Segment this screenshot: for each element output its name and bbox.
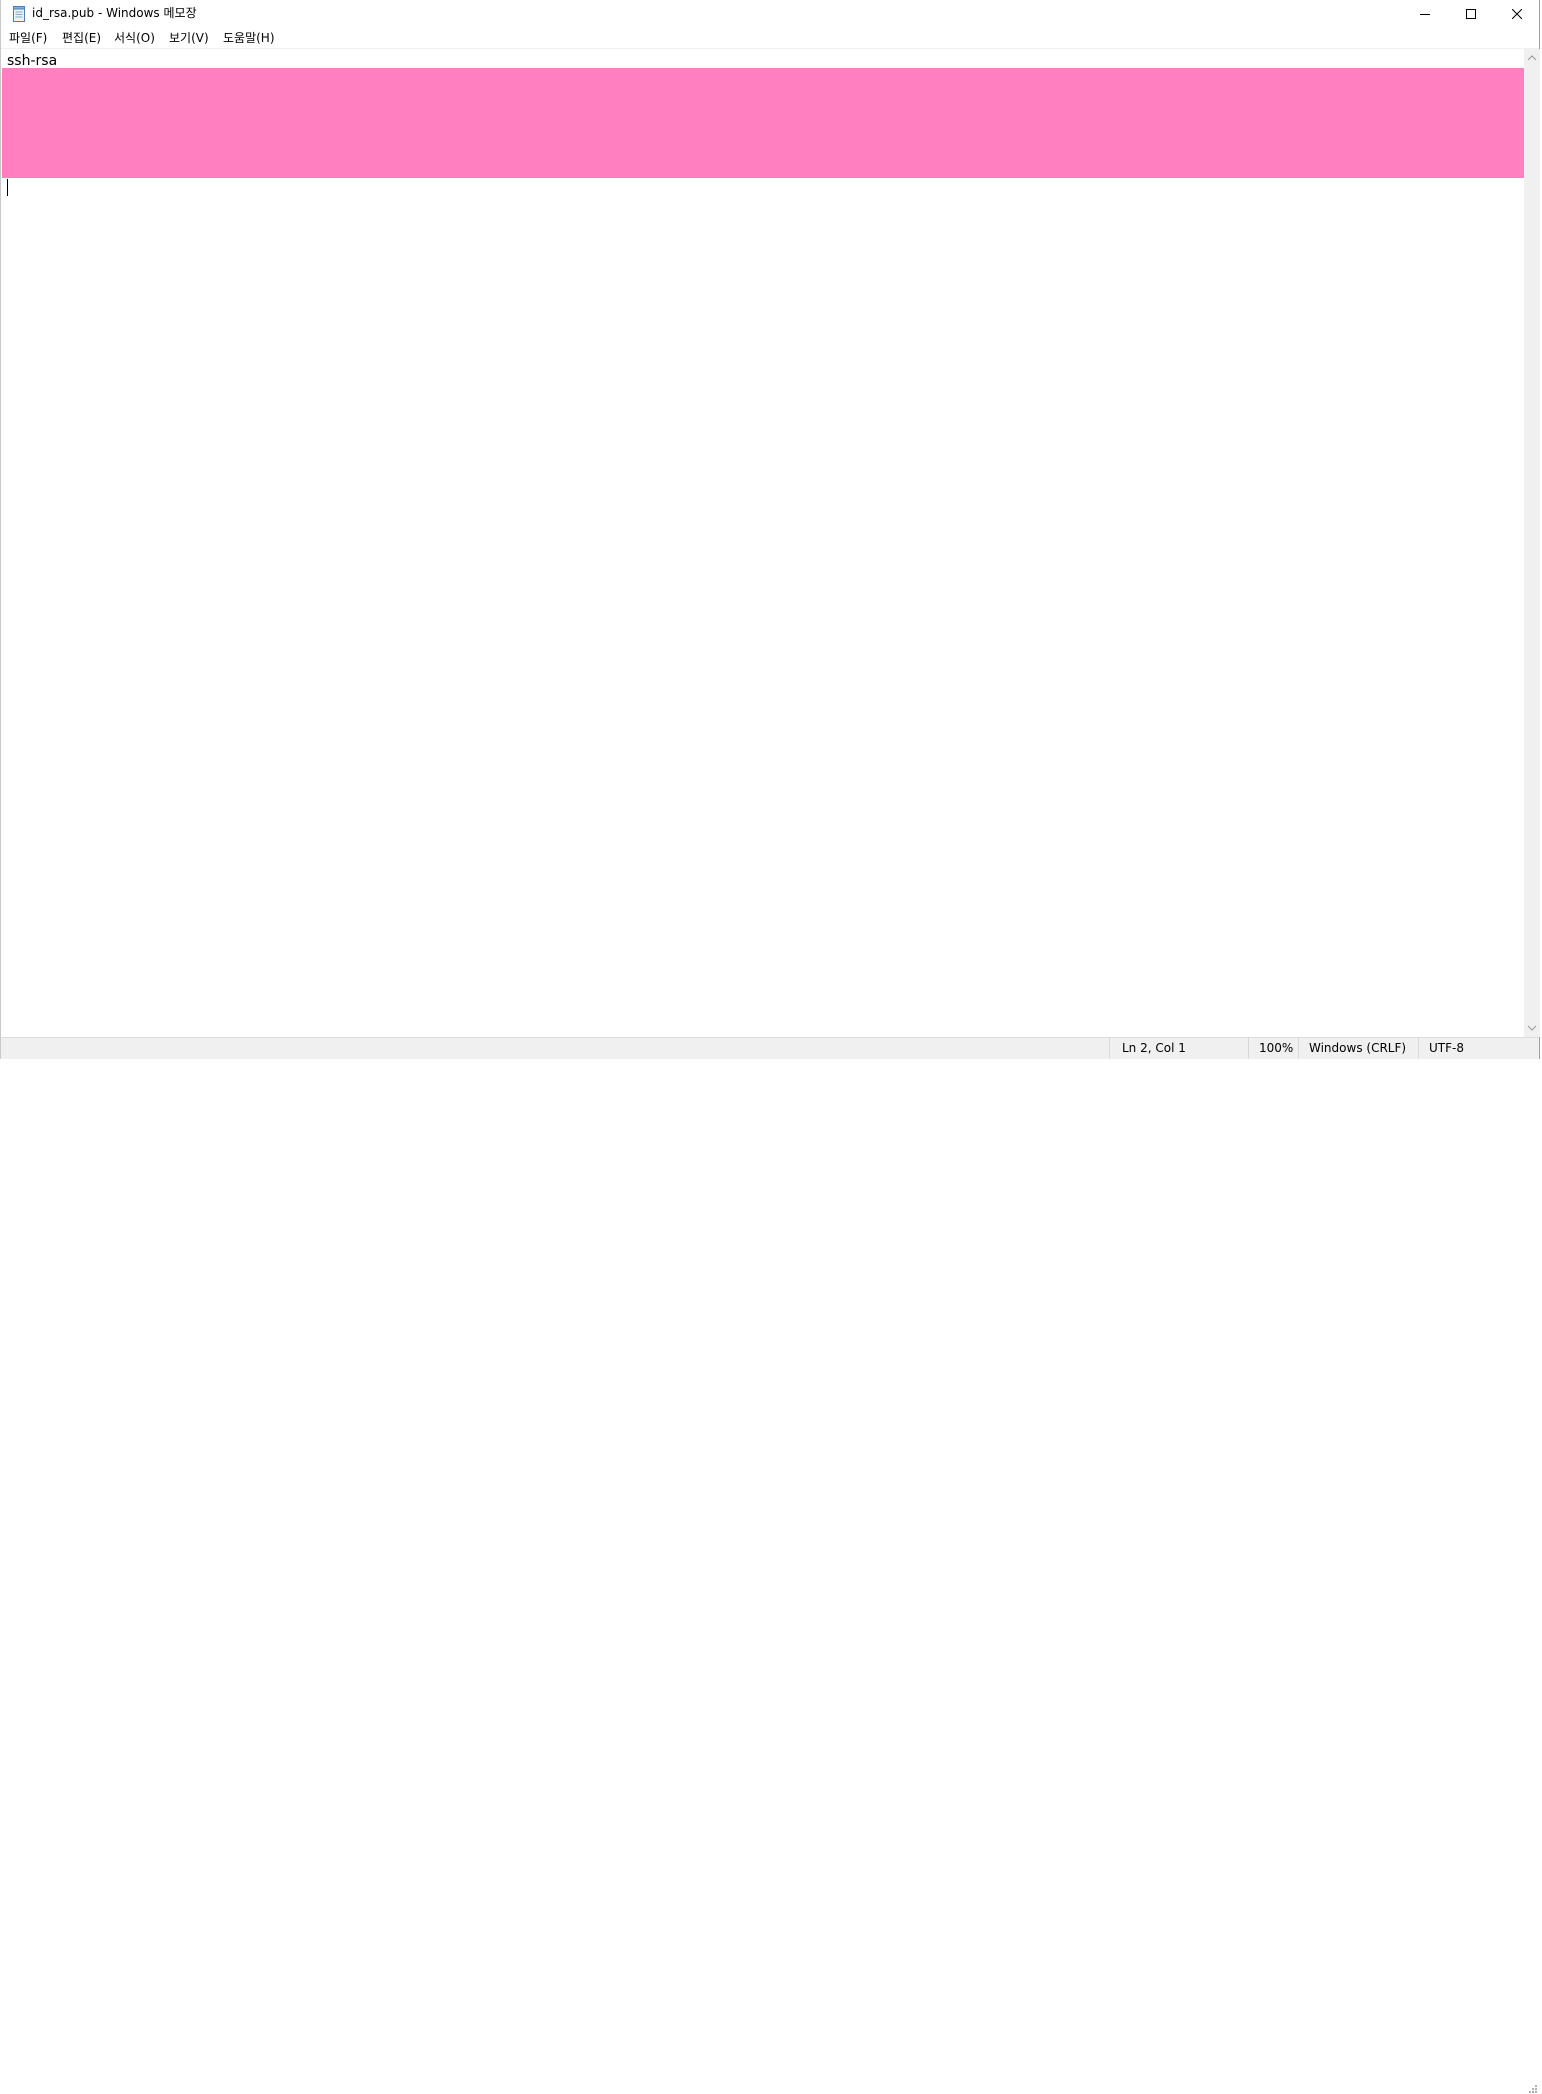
notepad-icon (12, 6, 26, 22)
menu-file[interactable]: 파일(F) (9, 30, 47, 46)
menu-edit[interactable]: 편집(E) (62, 30, 101, 46)
status-cursor-position: Ln 2, Col 1 (1109, 1038, 1262, 1059)
resize-grip-icon[interactable] (1528, 2084, 1538, 2094)
maximize-button[interactable] (1448, 0, 1494, 28)
menu-view[interactable]: 보기(V) (169, 30, 209, 46)
maximize-icon (1466, 9, 1476, 19)
notepad-window: id_rsa.pub - Windows 메모장 파일(F) 편집(E) 서식(… (0, 0, 1540, 2093)
scroll-up-icon[interactable] (1527, 54, 1537, 62)
scroll-down-icon[interactable] (1527, 1024, 1537, 1032)
menu-help[interactable]: 도움말(H) (223, 30, 275, 46)
text-caret (7, 179, 8, 196)
close-button[interactable] (1494, 0, 1540, 28)
menu-format[interactable]: 서식(O) (114, 30, 155, 46)
redacted-key-block (2, 68, 1524, 178)
text-editor[interactable]: ssh-rsa (2, 49, 1524, 1037)
status-line-ending: Windows (CRLF) (1298, 1038, 1429, 1059)
close-icon (1512, 9, 1522, 19)
minimize-icon (1420, 14, 1430, 15)
window-title: id_rsa.pub - Windows 메모장 (32, 6, 197, 20)
status-encoding: UTF-8 (1418, 1038, 1539, 1059)
status-bar: Ln 2, Col 1 100% Windows (CRLF) UTF-8 (1, 1037, 1539, 2093)
minimize-button[interactable] (1402, 0, 1448, 28)
title-bar[interactable]: id_rsa.pub - Windows 메모장 (1, 0, 1539, 28)
menu-bar: 파일(F) 편집(E) 서식(O) 보기(V) 도움말(H) (1, 28, 1539, 49)
vertical-scrollbar[interactable] (1524, 49, 1540, 1037)
